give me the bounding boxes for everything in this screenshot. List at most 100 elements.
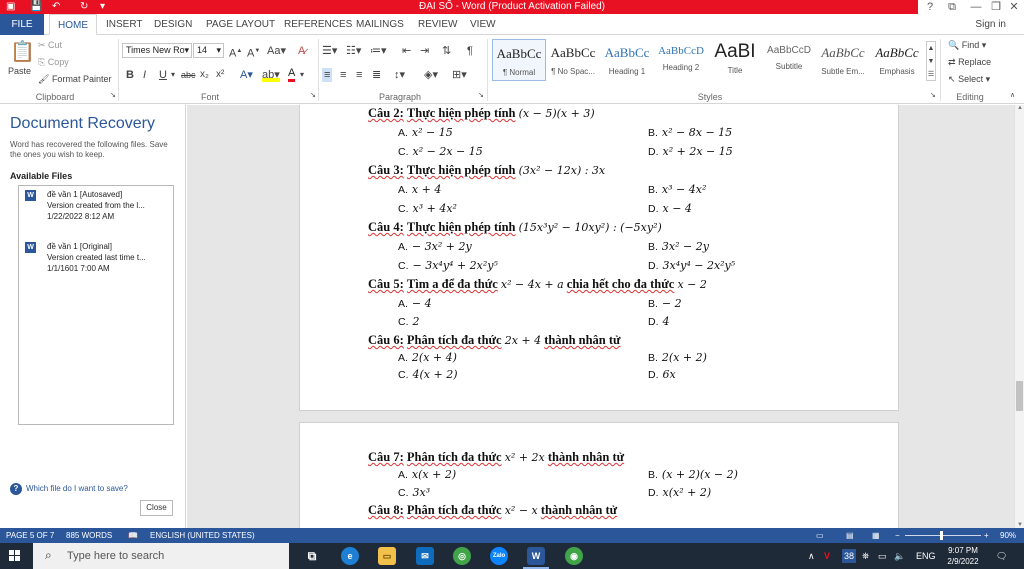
line-spacing-icon[interactable]: ↕▾	[394, 68, 405, 82]
tab-home[interactable]: HOME	[49, 14, 97, 35]
scrollbar-thumb[interactable]	[1016, 381, 1023, 411]
document-area[interactable]: Câu 2: Thực hiện phép tính (x − 5)(x + 3…	[187, 105, 1014, 528]
zoom-slider-track[interactable]	[905, 535, 981, 536]
cut-button[interactable]: ✂ Cut	[38, 40, 62, 51]
tab-review[interactable]: REVIEW	[418, 14, 457, 35]
text-effects-icon[interactable]: A▾	[240, 68, 253, 82]
align-center-icon[interactable]: ≡	[340, 68, 346, 82]
shrink-font-icon[interactable]: A▼	[247, 44, 260, 61]
clipboard-launcher-icon[interactable]: ↘	[110, 91, 116, 99]
input-language[interactable]: ENG	[916, 543, 936, 569]
network-icon[interactable]: ⛯	[862, 543, 869, 569]
sort-icon[interactable]: ⇅	[442, 44, 451, 58]
language-indicator[interactable]: ENGLISH (UNITED STATES)	[150, 528, 255, 543]
tab-insert[interactable]: INSERT	[106, 14, 143, 35]
word-count[interactable]: 885 WORDS	[66, 528, 112, 543]
taskbar-clock[interactable]: 9:07 PM 2/9/2022	[942, 545, 984, 567]
battery-icon[interactable]: ▭	[878, 543, 887, 569]
italic-icon[interactable]: I	[143, 68, 146, 82]
font-color-dropdown-icon[interactable]: ▾	[300, 68, 304, 82]
volume-icon[interactable]: 🔈	[894, 543, 905, 569]
paste-button[interactable]: Paste	[8, 66, 31, 76]
page-count[interactable]: PAGE 5 OF 7	[6, 528, 54, 543]
clear-formatting-icon[interactable]: A̷	[298, 44, 305, 58]
tab-mailings[interactable]: MAILINGS	[356, 14, 404, 35]
chrome-icon[interactable]: ◉	[565, 547, 583, 565]
document-page[interactable]: Câu 7: Phân tích đa thức x² + 2x thành n…	[299, 422, 899, 528]
file-explorer-icon[interactable]: ▭	[378, 547, 396, 565]
zalo-icon[interactable]: Zalo	[490, 547, 508, 565]
zoom-out-icon[interactable]: −	[895, 528, 900, 543]
zoom-level[interactable]: 90%	[1000, 528, 1016, 543]
mail-icon[interactable]: ✉	[416, 547, 434, 565]
multilevel-list-icon[interactable]: ≔▾	[370, 44, 387, 58]
decrease-indent-icon[interactable]: ⇤	[402, 44, 411, 58]
zoom-in-icon[interactable]: +	[984, 528, 989, 543]
web-layout-icon[interactable]: ▦	[872, 528, 880, 543]
which-file-help-link[interactable]: ? Which file do I want to save?	[10, 483, 128, 495]
bold-icon[interactable]: B	[126, 68, 134, 82]
strikethrough-icon[interactable]: abc	[181, 68, 196, 82]
style-heading-1[interactable]: AaBbCc Heading 1	[600, 39, 654, 81]
show-formatting-icon[interactable]: ¶	[467, 44, 473, 58]
font-family-select[interactable]: Times New Ro ▾	[122, 43, 192, 58]
bullets-icon[interactable]: ☰▾	[322, 44, 337, 58]
style-title[interactable]: AaBI Title	[708, 39, 762, 81]
align-left-icon[interactable]: ≡	[322, 68, 333, 82]
read-mode-icon[interactable]: ▭	[816, 528, 824, 543]
style-normal[interactable]: AaBbCc ¶ Normal	[492, 39, 546, 81]
styles-launcher-icon[interactable]: ↘	[930, 91, 936, 99]
antivirus-icon[interactable]: V	[824, 543, 830, 569]
sign-in-link[interactable]: Sign in	[975, 14, 1006, 35]
shading-icon[interactable]: ◈▾	[424, 68, 438, 82]
tab-view[interactable]: VIEW	[470, 14, 496, 35]
find-button[interactable]: 🔍 Find ▾	[948, 40, 986, 51]
change-case-icon[interactable]: Aa▾	[267, 44, 286, 58]
tray-overflow-icon[interactable]: ∧	[808, 543, 815, 569]
paragraph-launcher-icon[interactable]: ↘	[478, 91, 484, 99]
zoom-slider-thumb[interactable]	[940, 531, 943, 540]
underline-icon[interactable]: U	[159, 68, 167, 82]
replace-button[interactable]: ⇄ Replace	[948, 57, 991, 68]
word-taskbar-icon[interactable]: W	[523, 547, 549, 569]
style-subtle-emphasis[interactable]: AaBbCc Subtle Em...	[816, 39, 870, 81]
justify-icon[interactable]: ≣	[372, 68, 381, 82]
borders-icon[interactable]: ⊞▾	[452, 68, 467, 82]
format-painter-button[interactable]: 🖌 Format Painter	[38, 74, 111, 85]
font-size-select[interactable]: 14 ▾	[193, 43, 224, 58]
tab-file[interactable]: FILE	[0, 14, 44, 35]
underline-dropdown-icon[interactable]: ▾	[171, 68, 175, 82]
notification-badge[interactable]: 38	[842, 549, 857, 563]
task-view-icon[interactable]: ⧉	[303, 547, 321, 565]
close-window-button[interactable]: ✕	[1002, 0, 1024, 14]
styles-scroll-icon[interactable]: ▲ ▼ ☰	[926, 41, 936, 81]
paste-icon[interactable]: 📋	[10, 41, 35, 63]
proofing-icon[interactable]: 📖	[128, 528, 138, 543]
style-subtitle[interactable]: AaBbCcD Subtitle	[762, 39, 816, 81]
windows-start-icon[interactable]	[9, 550, 21, 562]
select-button[interactable]: ↖ Select ▾	[948, 74, 990, 85]
taskbar-search-box[interactable]: ⌕ Type here to search	[33, 543, 289, 569]
collapse-ribbon-icon[interactable]: ∧	[1010, 91, 1015, 99]
font-color-icon[interactable]: A	[288, 68, 296, 82]
scroll-up-icon[interactable]: ▲	[1015, 105, 1024, 111]
superscript-icon[interactable]: x²	[216, 68, 224, 82]
subscript-icon[interactable]: x₂	[200, 68, 209, 82]
help-button[interactable]: ?	[918, 0, 942, 14]
recovery-close-button[interactable]: Close	[140, 500, 173, 516]
vertical-scrollbar[interactable]: ▲ ▼	[1014, 105, 1024, 528]
highlight-color-icon[interactable]: ab▾	[262, 68, 280, 82]
action-center-icon[interactable]: 🗨	[996, 543, 1007, 569]
align-right-icon[interactable]: ≡	[356, 68, 362, 82]
style-emphasis[interactable]: AaBbCc Emphasis	[870, 39, 924, 81]
green-app-icon[interactable]: ◎	[453, 547, 471, 565]
edge-browser-icon[interactable]: e	[341, 547, 359, 565]
copy-button[interactable]: ⎘ Copy	[38, 57, 69, 68]
style-no-spacing[interactable]: AaBbCc ¶ No Spac...	[546, 39, 600, 81]
grow-font-icon[interactable]: A▲	[229, 44, 242, 61]
style-heading-2[interactable]: AaBbCcD Heading 2	[654, 39, 708, 81]
tab-page-layout[interactable]: PAGE LAYOUT	[206, 14, 275, 35]
document-page[interactable]: Câu 2: Thực hiện phép tính (x − 5)(x + 3…	[299, 105, 899, 411]
numbering-icon[interactable]: ☷▾	[346, 44, 361, 58]
tab-references[interactable]: REFERENCES	[284, 14, 352, 35]
